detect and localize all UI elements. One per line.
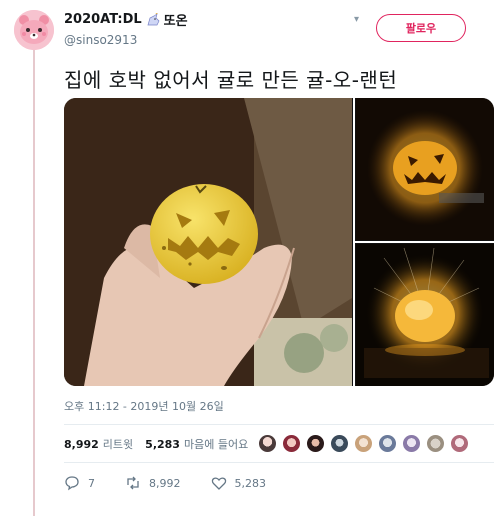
tweet-stats: 8,992 리트윗 5,283 마음에 들어요 <box>64 436 260 452</box>
heart-icon <box>211 477 226 490</box>
liker-avatar[interactable] <box>306 434 325 453</box>
media-photo-glowing-lantern[interactable] <box>356 244 494 386</box>
liker-avatar[interactable] <box>258 434 277 453</box>
chevron-down-icon[interactable]: ▾ <box>354 14 359 25</box>
divider <box>64 424 494 425</box>
liker-avatar[interactable] <box>450 434 469 453</box>
unicorn-icon <box>147 12 160 25</box>
avatar[interactable] <box>14 10 54 50</box>
liker-avatar[interactable] <box>378 434 397 453</box>
retweet-count: 8,992 <box>149 476 181 490</box>
reply-button[interactable]: 7 <box>64 475 95 491</box>
media-photo-hand-lantern[interactable] <box>64 98 352 386</box>
tweet-actions: 7 8,992 5,283 <box>64 475 296 491</box>
retweets-label[interactable]: 리트윗 <box>103 436 133 452</box>
thread-line <box>33 50 35 516</box>
reply-count: 7 <box>88 476 95 490</box>
follow-button[interactable]: 팔로우 <box>376 14 466 42</box>
liker-avatars <box>258 434 469 453</box>
like-count: 5,283 <box>234 476 267 490</box>
media-grid[interactable] <box>64 98 494 386</box>
retweet-button[interactable]: 8,992 <box>125 475 181 491</box>
liker-avatar[interactable] <box>426 434 445 453</box>
display-name-suffix: 또온 <box>163 14 188 29</box>
tweet-timestamp[interactable]: 오후 11:12 - 2019년 10월 26일 <box>64 398 224 414</box>
tweet-header: 2020AT:DL 또온 @sinso2913 <box>64 10 188 47</box>
liker-avatar[interactable] <box>354 434 373 453</box>
tweet-text: 집에 호박 없어서 귤로 만든 귤-오-랜턴 <box>64 68 398 92</box>
retweet-icon <box>127 476 139 490</box>
retweets-count[interactable]: 8,992 <box>64 438 99 451</box>
display-name[interactable]: 2020AT:DL <box>64 12 142 27</box>
likes-label[interactable]: 마음에 들어요 <box>184 436 248 452</box>
reply-icon <box>65 476 79 491</box>
pink-bear-avatar-icon <box>14 10 54 50</box>
divider <box>64 462 494 463</box>
likes-count[interactable]: 5,283 <box>145 438 180 451</box>
liker-avatar[interactable] <box>402 434 421 453</box>
media-photo-lit-lantern[interactable] <box>356 98 494 240</box>
display-name-row[interactable]: 2020AT:DL 또온 <box>64 10 188 29</box>
liker-avatar[interactable] <box>330 434 349 453</box>
username[interactable]: @sinso2913 <box>64 33 188 47</box>
like-button[interactable]: 5,283 <box>211 475 267 491</box>
liker-avatar[interactable] <box>282 434 301 453</box>
